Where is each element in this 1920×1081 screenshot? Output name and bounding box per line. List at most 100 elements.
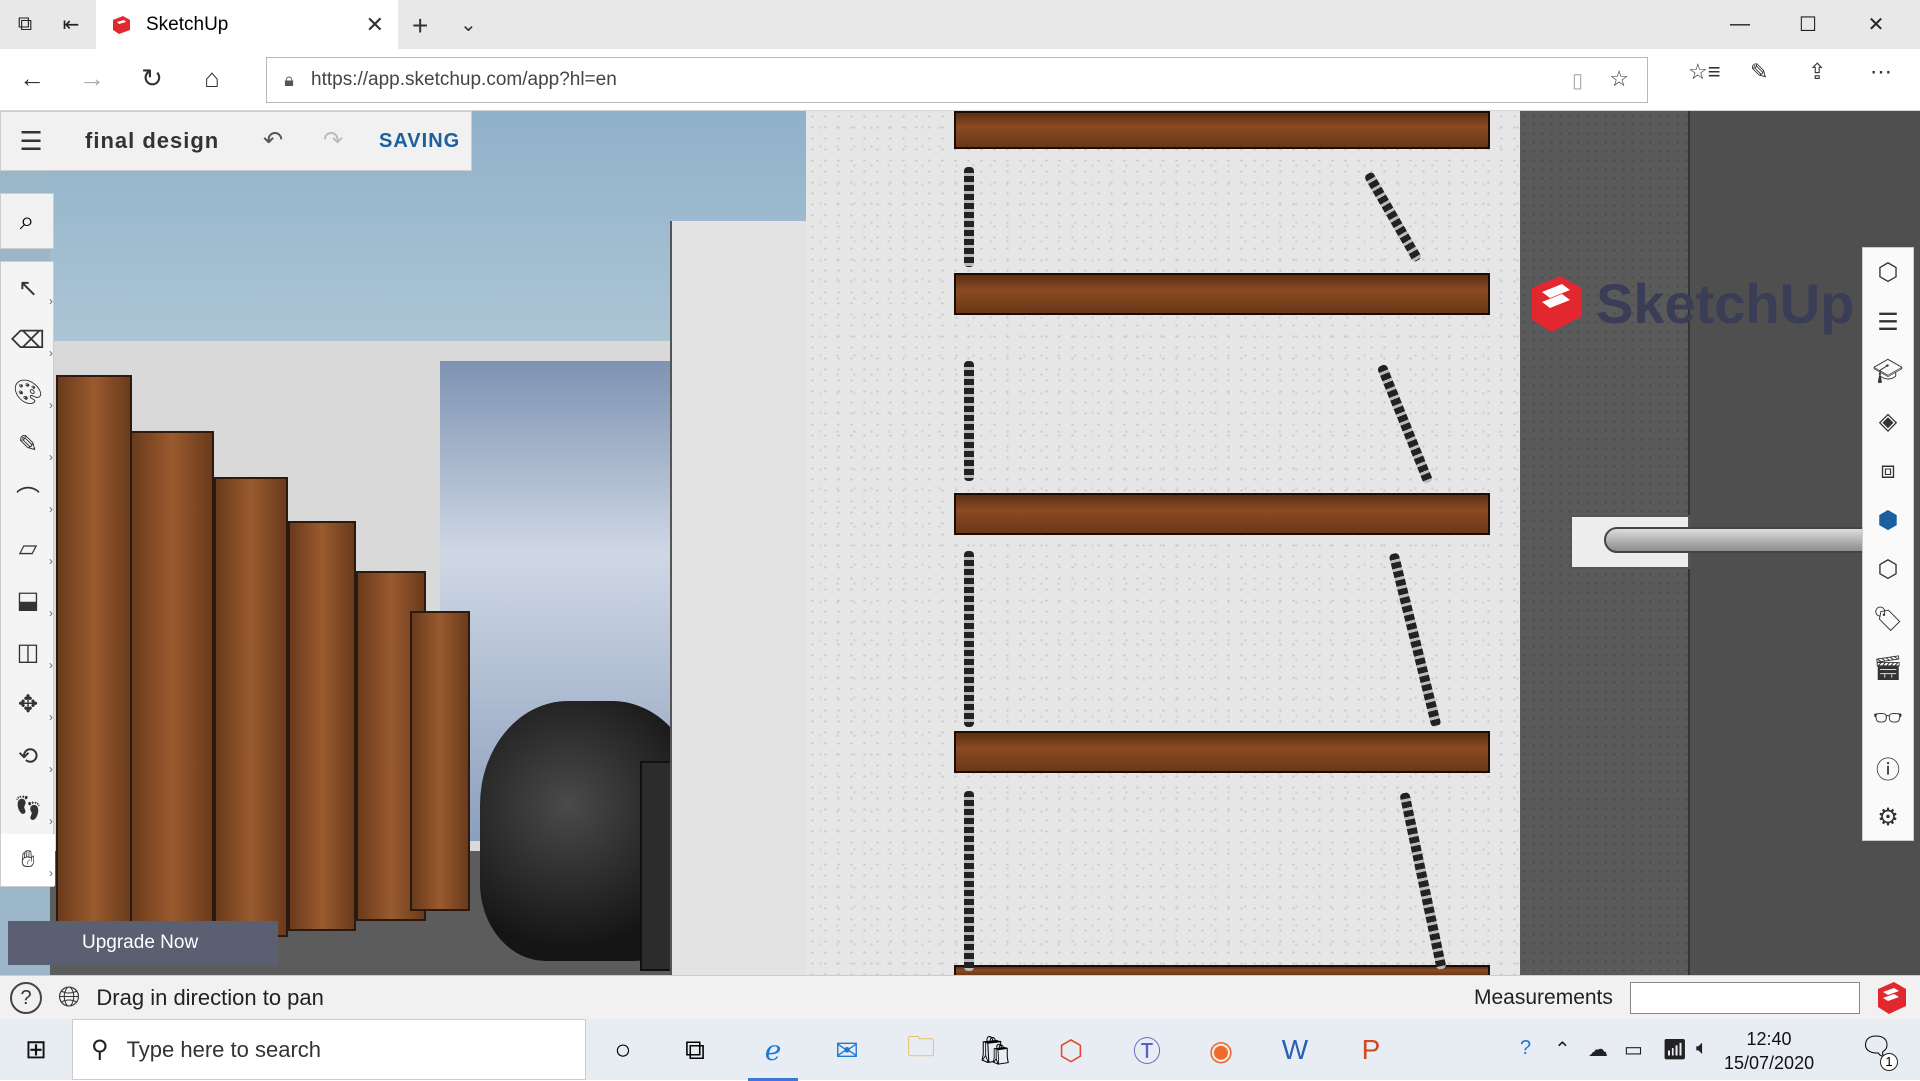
wood-shelf — [954, 493, 1490, 535]
paint-tool-icon[interactable]: 🎨︎ — [1, 366, 55, 418]
search-icon[interactable]: ⌕ — [0, 193, 54, 249]
more-icon[interactable]: ⋯ — [1870, 59, 1892, 85]
offset-tool-icon[interactable]: ◫ — [1, 626, 55, 678]
wood-shelf — [954, 965, 1490, 975]
edge-icon[interactable]: ℯ — [742, 1027, 804, 1081]
sketchup-status-logo-icon[interactable] — [1874, 980, 1908, 1016]
word-icon[interactable]: W — [1264, 1027, 1326, 1073]
url-field[interactable]: 🔒︎ https://app.sketchup.com/app?hl=en ▯ … — [266, 57, 1648, 103]
select-tool-icon[interactable]: ↖ — [1, 262, 55, 314]
push-pull-tool-icon[interactable]: ⬓ — [1, 574, 55, 626]
document-title[interactable]: final design — [85, 128, 219, 154]
volume-icon[interactable]: 🔈︎ — [1696, 1037, 1708, 1060]
instructor-icon[interactable]: ⚙ — [1863, 793, 1913, 843]
eraser-tool-icon[interactable]: ⌫ — [1, 314, 55, 366]
new-tab-icon[interactable]: + — [412, 10, 428, 42]
wood-cabinet — [410, 611, 470, 911]
shelf-chain — [964, 551, 974, 727]
clock-time: 12:40 — [1746, 1029, 1792, 1049]
battery-icon[interactable]: ▭ — [1624, 1037, 1643, 1062]
back-icon[interactable]: ← — [12, 63, 52, 94]
search-placeholder: Type here to search — [126, 1036, 322, 1062]
share-icon[interactable]: ⇪ — [1808, 59, 1826, 85]
arc-tool-icon[interactable]: ⌒ — [1, 470, 55, 522]
home-icon[interactable]: ⌂ — [192, 63, 232, 94]
powerpoint-icon[interactable]: P — [1340, 1027, 1402, 1073]
walk-tool-icon[interactable]: 👣︎ — [1, 782, 55, 834]
components-icon[interactable]: 🎓︎ — [1863, 347, 1913, 397]
save-status: SAVING — [379, 130, 461, 152]
tab-preview-icon[interactable]: ⌄ — [460, 12, 477, 37]
minimize-icon[interactable]: — — [1706, 0, 1774, 49]
partition-wall — [670, 221, 806, 975]
favorites-icon[interactable]: ☆≡ — [1688, 59, 1721, 85]
move-tool-icon[interactable]: ✥ — [1, 678, 55, 730]
file-explorer-icon[interactable]: 🗀︎ — [890, 1027, 952, 1073]
refresh-icon[interactable]: ↻ — [132, 63, 172, 94]
set-aside-tabs-icon[interactable]: ⇤ — [52, 0, 90, 49]
forward-icon[interactable]: → — [72, 63, 112, 94]
close-window-icon[interactable]: ✕ — [1842, 0, 1910, 49]
sketchup-favicon-icon — [113, 15, 130, 34]
wifi-icon[interactable]: 📶︎ — [1662, 1037, 1687, 1062]
clock[interactable]: 12:40 15/07/2020 — [1724, 1027, 1814, 1075]
status-hint: Drag in direction to pan — [96, 984, 324, 1010]
shelf-chain — [964, 167, 974, 267]
right-panel-toolbar: ⬡ ☰ 🎓︎ ◈ ⧈ ⬢ ⬡ 🏷︎ 🎬︎ 👓︎ ⓘ ⚙ — [1862, 247, 1914, 841]
mail-icon[interactable]: ✉ — [816, 1027, 878, 1073]
taskbar-search[interactable]: ⚲ Type here to search — [72, 1019, 586, 1080]
status-bar: ? 🌐︎ Drag in direction to pan Measuremen… — [0, 975, 1920, 1019]
cortana-icon[interactable]: ○ — [592, 1027, 654, 1073]
windows-taskbar: ⊞ ⚲ Type here to search ○ ⧉ ℯ ✉ 🗀︎ 🛍︎ ⬡ … — [0, 1019, 1920, 1081]
sketchup-watermark: SketchUp — [1526, 271, 1854, 336]
globe-icon[interactable]: 🌐︎ — [58, 981, 80, 1014]
measurements-input[interactable] — [1630, 982, 1860, 1014]
outliner-icon[interactable]: ☰ — [1863, 298, 1913, 348]
3d-viewport[interactable]: SketchUp ☰ final design ↶ ↷ SAVING ⌕ ↖ ⌫… — [0, 111, 1920, 975]
styles-icon[interactable]: ⧈ — [1863, 446, 1913, 496]
tool-palette: ↖ ⌫ 🎨︎ ✎ ⌒ ▱ ⬓ ◫ ✥ ⟲ 👣︎ ✋︎ — [0, 261, 55, 887]
tab-close-icon[interactable]: ✕ — [366, 12, 384, 38]
model-info-icon[interactable]: ⓘ — [1863, 743, 1913, 793]
shelf-chain — [964, 791, 974, 971]
origin-icon[interactable]: ◉ — [1190, 1027, 1252, 1073]
app-title-bar: ☰ final design ↶ ↷ SAVING — [0, 111, 472, 171]
pen-icon[interactable]: ✎ — [1750, 59, 1768, 85]
pan-tool-icon[interactable]: ✋︎ — [1, 834, 55, 886]
redo-icon[interactable]: ↷ — [323, 126, 343, 155]
orbit-tool-icon[interactable]: ⟲ — [1, 730, 55, 782]
tab-manager-icon[interactable]: ⧉ — [6, 0, 44, 49]
tab-sketchup[interactable]: SketchUp ✕ — [96, 0, 398, 49]
materials-icon[interactable]: ◈ — [1863, 397, 1913, 447]
undo-icon[interactable]: ↶ — [263, 126, 283, 155]
teams-icon[interactable]: Ⓣ — [1116, 1027, 1178, 1073]
tags-icon[interactable]: 🏷︎ — [1863, 595, 1913, 645]
scenes-icon[interactable]: 🎬︎ — [1863, 644, 1913, 694]
display-icon[interactable]: 👓︎ — [1863, 694, 1913, 744]
help-icon[interactable]: ? — [10, 981, 42, 1014]
office-icon[interactable]: ⬡ — [1040, 1027, 1102, 1073]
task-view-icon[interactable]: ⧉ — [664, 1027, 726, 1073]
favorite-star-icon[interactable]: ☆ — [1609, 66, 1629, 92]
maximize-icon[interactable]: ☐ — [1774, 0, 1842, 49]
wood-cabinet — [288, 521, 356, 931]
entity-info-icon[interactable]: ⬡ — [1863, 248, 1913, 298]
upgrade-now-button[interactable]: Upgrade Now — [8, 921, 278, 965]
views-icon[interactable]: ⬢ — [1863, 496, 1913, 546]
onedrive-icon[interactable]: ☁ — [1588, 1037, 1608, 1062]
store-icon[interactable]: 🛍︎ — [964, 1027, 1026, 1073]
rectangle-tool-icon[interactable]: ▱ — [1, 522, 55, 574]
reading-view-icon[interactable]: ▯ — [1572, 68, 1583, 93]
help-tray-icon[interactable]: ? — [1520, 1037, 1531, 1060]
show-hidden-icons-icon[interactable]: ⌃ — [1554, 1037, 1571, 1062]
wood-shelf — [954, 273, 1490, 315]
pencil-tool-icon[interactable]: ✎ — [1, 418, 55, 470]
solid-tools-icon[interactable]: ⬡ — [1863, 545, 1913, 595]
watermark-text: SketchUp — [1596, 272, 1855, 335]
address-bar: ← → ↻ ⌂ 🔒︎ https://app.sketchup.com/app?… — [0, 49, 1920, 111]
wood-cabinet — [214, 477, 288, 937]
wood-shelf — [954, 731, 1490, 773]
windows-start-icon[interactable]: ⊞ — [0, 1019, 72, 1080]
shelf-chain — [964, 361, 974, 481]
menu-icon[interactable]: ☰ — [1, 126, 61, 157]
